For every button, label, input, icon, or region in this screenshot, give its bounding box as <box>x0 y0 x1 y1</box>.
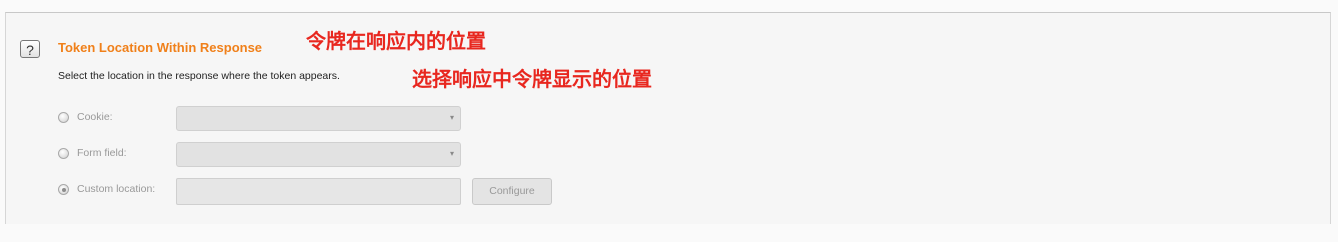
section-description: Select the location in the response wher… <box>58 70 340 82</box>
section-title: Token Location Within Response <box>58 40 263 55</box>
form-field-label: Form field: <box>77 147 127 159</box>
custom-location-input[interactable] <box>176 178 461 205</box>
configure-button[interactable]: Configure <box>472 178 552 205</box>
custom-location-label: Custom location: <box>77 183 156 195</box>
page: ? Token Location Within Response 令牌在响应内的… <box>0 0 1338 242</box>
form-field-radio[interactable] <box>58 148 69 159</box>
cookie-option-row: Cookie: ▾ <box>58 106 558 132</box>
cookie-label: Cookie: <box>77 111 113 123</box>
chevron-down-icon: ▾ <box>449 113 454 122</box>
annotation-description-note: 选择响应中令牌显示的位置 <box>412 67 652 91</box>
form-field-option-row: Form field: ▾ <box>58 142 558 168</box>
custom-location-radio[interactable] <box>58 184 69 195</box>
cookie-dropdown[interactable]: ▾ <box>176 106 461 131</box>
cookie-radio[interactable] <box>58 112 69 123</box>
help-icon[interactable]: ? <box>20 40 40 58</box>
annotation-title-note: 令牌在响应内的位置 <box>306 29 486 53</box>
chevron-down-icon: ▾ <box>449 149 454 158</box>
form-field-dropdown[interactable]: ▾ <box>176 142 461 167</box>
custom-location-option-row: Custom location: Configure <box>58 178 558 205</box>
